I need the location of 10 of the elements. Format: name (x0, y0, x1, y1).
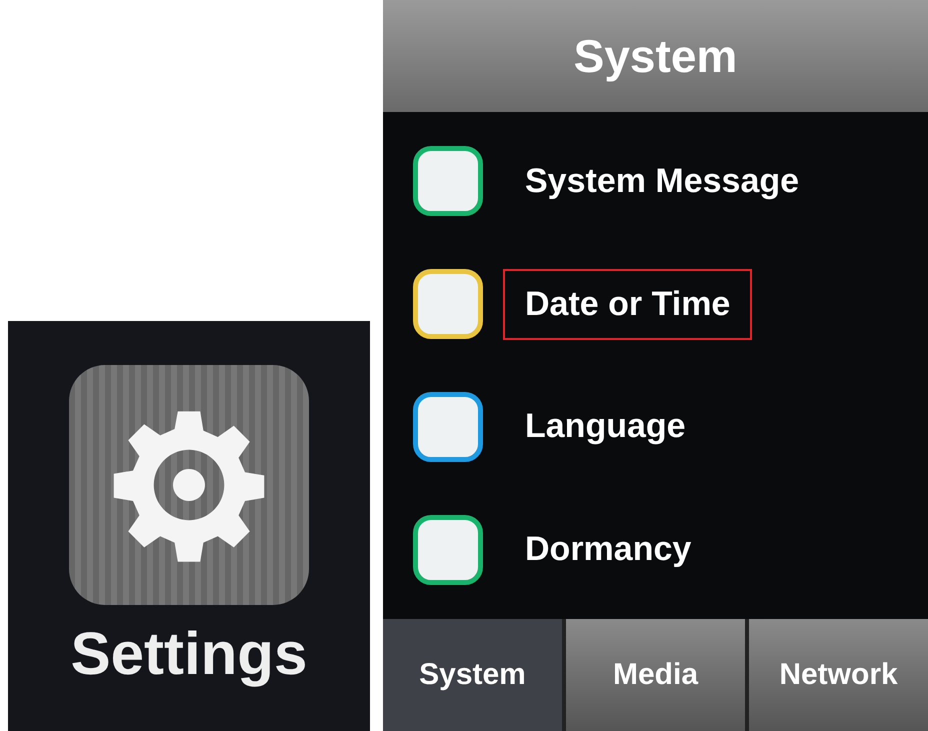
settings-tile[interactable] (69, 364, 309, 604)
screen-title: System (383, 0, 928, 112)
menu-item[interactable]: Date or Time (503, 268, 752, 340)
menu-item[interactable]: System Message (503, 146, 822, 217)
tab[interactable]: Media (566, 619, 745, 731)
tab[interactable]: System (383, 619, 562, 731)
tab[interactable]: Network (749, 619, 928, 731)
menu-item[interactable]: Dormancy (503, 514, 714, 586)
menu-item[interactable]: Language (503, 391, 708, 462)
settings-label: Settings (70, 618, 308, 688)
